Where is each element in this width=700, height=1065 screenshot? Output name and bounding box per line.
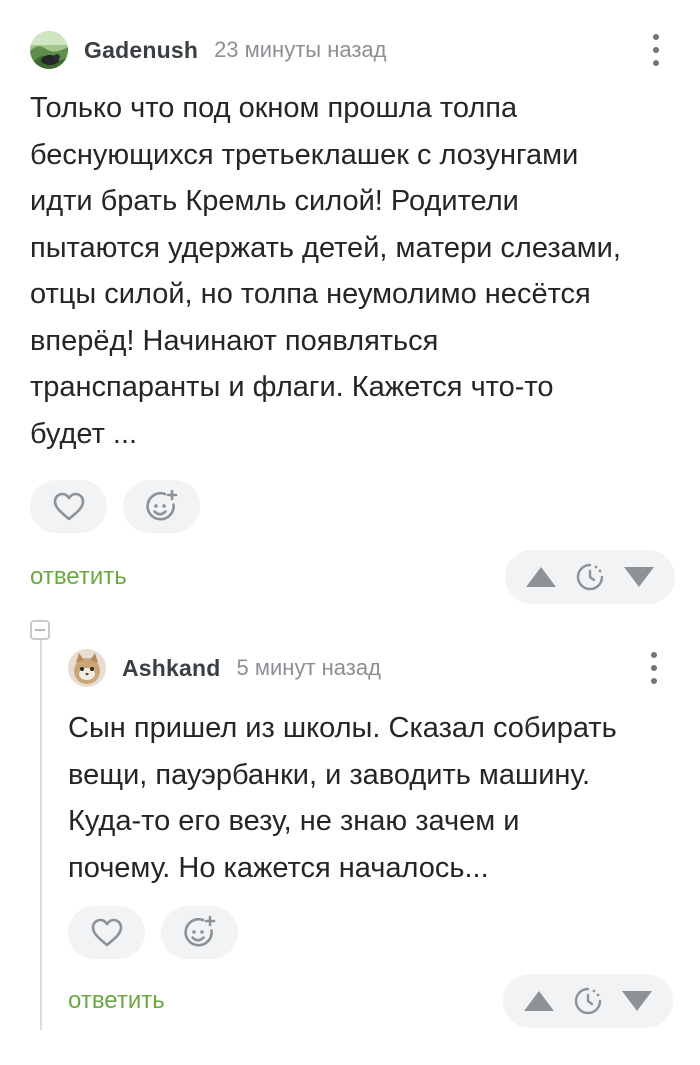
more-options-icon[interactable] bbox=[649, 652, 659, 684]
comment-time: 23 минуты назад bbox=[214, 37, 387, 62]
upvote-button[interactable] bbox=[524, 565, 558, 589]
downvote-arrow-icon bbox=[624, 567, 655, 587]
comment-header: Gadenush 23 минуты назад bbox=[30, 30, 675, 70]
reactions bbox=[68, 906, 673, 959]
avatar[interactable] bbox=[68, 649, 106, 687]
downvote-arrow-icon bbox=[622, 991, 653, 1011]
collapse-thread-icon[interactable] bbox=[30, 620, 50, 640]
upvote-arrow-icon bbox=[523, 991, 554, 1011]
comment-time: 5 минут назад bbox=[236, 655, 381, 680]
heart-icon bbox=[53, 492, 84, 520]
cat-avatar-icon bbox=[68, 649, 106, 687]
heart-icon bbox=[91, 918, 122, 946]
rating-timer[interactable] bbox=[575, 562, 605, 592]
more-options-icon[interactable] bbox=[651, 34, 661, 66]
upvote-arrow-icon bbox=[525, 567, 556, 587]
like-button[interactable] bbox=[68, 906, 145, 959]
add-reaction-button[interactable] bbox=[161, 906, 238, 959]
author-name[interactable]: Gadenush bbox=[84, 37, 198, 64]
comment-footer: ответить bbox=[30, 550, 675, 604]
thread-line[interactable] bbox=[40, 640, 42, 1030]
avatar[interactable] bbox=[30, 31, 68, 69]
reply-comment: Ashkand 5 минут назад Сын пришел из школ… bbox=[68, 648, 673, 1028]
reply-link[interactable]: ответить bbox=[68, 987, 165, 1015]
forest-avatar-icon bbox=[30, 31, 68, 69]
comment: Gadenush 23 минуты назад Только что под … bbox=[30, 30, 675, 604]
downvote-button[interactable] bbox=[622, 565, 656, 589]
rating-timer[interactable] bbox=[573, 986, 603, 1016]
reply-link[interactable]: ответить bbox=[30, 563, 127, 591]
add-reaction-button[interactable] bbox=[123, 480, 200, 533]
like-button[interactable] bbox=[30, 480, 107, 533]
downvote-button[interactable] bbox=[620, 989, 654, 1013]
comment-text: Сын пришел из школы. Сказал собирать вещ… bbox=[68, 712, 617, 884]
comment-text: Только что под окном прошла толпа бесную… bbox=[30, 92, 621, 450]
vote-panel bbox=[505, 550, 675, 604]
add-emoji-icon bbox=[183, 915, 215, 946]
reactions bbox=[30, 480, 675, 533]
comment-footer: ответить bbox=[68, 974, 673, 1028]
timer-icon bbox=[576, 563, 604, 591]
author-name[interactable]: Ashkand bbox=[122, 655, 221, 682]
vote-panel bbox=[503, 974, 673, 1028]
upvote-button[interactable] bbox=[522, 989, 556, 1013]
timer-icon bbox=[574, 987, 602, 1015]
comment-header: Ashkand 5 минут назад bbox=[68, 648, 673, 688]
add-emoji-icon bbox=[145, 489, 177, 520]
